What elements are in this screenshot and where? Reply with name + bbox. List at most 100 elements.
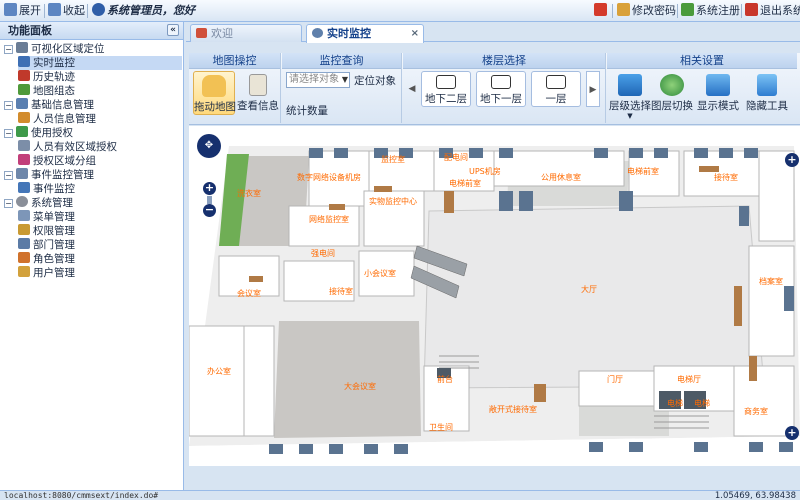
tree-toggle-icon[interactable]: − — [4, 45, 13, 54]
home-button[interactable] — [594, 3, 609, 19]
layer-select-button[interactable]: 层级选择 ▼ — [609, 74, 651, 120]
close-tab-button[interactable]: × — [411, 25, 419, 42]
tree-item-user-admin[interactable]: 用户管理 — [18, 266, 75, 280]
pan-control[interactable]: ✥ — [197, 134, 221, 158]
top-toolbar: 展开 收起 系统管理员，您好 修改密码 系统注册 退出系统 — [0, 0, 800, 22]
tree-toggle-icon[interactable]: − — [4, 171, 13, 180]
tree-toggle-icon[interactable]: − — [4, 199, 13, 208]
tree-item-menu-admin[interactable]: 菜单管理 — [18, 210, 75, 224]
stats-count-button[interactable]: 统计数量 — [286, 103, 328, 118]
hide-tools-button[interactable]: 隐藏工具 — [743, 74, 791, 113]
tab-realtime-monitor[interactable]: 实时监控 × — [306, 24, 424, 43]
expand-panel-button[interactable]: + — [785, 153, 799, 167]
monitor-icon — [18, 56, 30, 67]
chevron-down-icon: ▼ — [341, 75, 348, 84]
tree-toggle-icon[interactable]: − — [4, 129, 13, 138]
room-label: 办公室 — [207, 367, 231, 376]
room-label: 门厅 — [607, 375, 623, 384]
floor-1f-button[interactable]: 一层 — [531, 71, 581, 107]
tab-welcome[interactable]: 欢迎 — [190, 24, 302, 42]
logout-icon — [745, 3, 758, 16]
settings-group: 相关设置 层级选择 ▼ 图层切换 显示模式 隐藏工具 — [607, 53, 797, 123]
home-icon — [594, 3, 607, 16]
expand-overview-button[interactable]: + — [785, 426, 799, 440]
floor-map-view[interactable]: 监控室 配电间 UPS机房 数字网络设备机房 公用休息室 接待室 电梯前室 电梯… — [189, 126, 800, 466]
pan-arrows-icon: ✥ — [204, 140, 214, 151]
room-label: 会议室 — [237, 289, 261, 298]
tree-item-event-monitor[interactable]: 事件监控 — [18, 182, 75, 196]
tree-node-basic-info[interactable]: − 基础信息管理 — [4, 98, 94, 112]
zoom-in-button[interactable]: + — [203, 182, 216, 195]
layers-icon — [618, 74, 642, 96]
toolbar-separator — [741, 4, 742, 18]
room-label: 大厅 — [581, 285, 597, 294]
group-title: 相关设置 — [607, 53, 797, 69]
tree-item-map-config[interactable]: 地图组态 — [18, 84, 75, 98]
zoom-out-button[interactable]: − — [203, 204, 216, 217]
floor-b1-button[interactable]: 地下一层 — [476, 71, 526, 107]
tree-item-permission-admin[interactable]: 权限管理 — [18, 224, 75, 238]
map-switch-button[interactable]: 图层切换 — [651, 74, 693, 113]
tree-node-event-monitor[interactable]: − 事件监控管理 — [4, 168, 94, 182]
tree-node-authorization[interactable]: − 使用授权 — [4, 126, 73, 140]
speech-bubble-icon — [491, 75, 511, 89]
map-ops-group: 地图操控 拖动地图 查看信息 — [189, 53, 281, 123]
view-info-button[interactable]: 查看信息 — [237, 74, 279, 113]
tree-item-zone-authorization[interactable]: 人员有效区域授权 — [18, 140, 117, 154]
room-label: 电梯前室 — [627, 167, 659, 176]
collapse-button[interactable]: 收起 — [48, 3, 85, 19]
tree-item-realtime-monitor[interactable]: 实时监控 — [18, 56, 182, 70]
group-title: 楼层选择 — [403, 53, 605, 69]
role-icon — [18, 252, 30, 263]
group-icon — [18, 154, 30, 165]
room-label: 电梯 — [694, 399, 710, 408]
floor-prev-button[interactable]: ◀ — [407, 71, 417, 107]
toolbar-separator — [87, 4, 88, 18]
expand-icon — [4, 3, 17, 16]
tree-item-department-admin[interactable]: 部门管理 — [18, 238, 75, 252]
room-label: 大会议室 — [344, 382, 376, 391]
welcome-text: 系统管理员，您好 — [92, 3, 195, 19]
room-label: 小会议室 — [364, 269, 396, 278]
tree-item-role-admin[interactable]: 角色管理 — [18, 252, 75, 266]
tab-strip: 欢迎 实时监控 × — [186, 22, 800, 43]
toolbar-separator — [677, 4, 678, 18]
tree-toggle-icon[interactable]: − — [4, 101, 13, 110]
display-mode-button[interactable]: 显示模式 — [695, 74, 741, 113]
tree-item-history-track[interactable]: 历史轨迹 — [18, 70, 75, 84]
room-label: 卫生间 — [429, 423, 453, 432]
table-icon — [18, 210, 30, 221]
speech-bubble-icon — [436, 75, 456, 89]
floor-b2-button[interactable]: 地下二层 — [421, 71, 471, 107]
room-label: 公用休息室 — [541, 173, 581, 182]
floor-next-button[interactable]: ▶ — [586, 71, 600, 107]
room-label: 电梯 — [667, 399, 683, 408]
document-icon — [18, 140, 30, 151]
panel-collapse-button[interactable]: « — [167, 24, 179, 36]
room-label: 接待室 — [714, 173, 738, 182]
group-title: 地图操控 — [189, 53, 280, 69]
locate-object-button[interactable]: 定位对象 — [354, 73, 396, 88]
register-icon — [681, 3, 694, 16]
room-label: 配电间 — [444, 153, 468, 162]
chevron-down-icon: ▼ — [627, 112, 633, 120]
logout-button[interactable]: 退出系统 — [745, 3, 800, 19]
globe-icon — [660, 74, 684, 96]
object-select[interactable]: 请选择对象 ▼ — [286, 72, 350, 88]
tree-node-visual-positioning[interactable]: − 可视化区域定位 — [4, 42, 105, 56]
drag-map-button[interactable]: 拖动地图 — [193, 71, 236, 115]
map-coordinates: 1.05469, 63.98438 — [714, 491, 796, 500]
tree-item-personnel-info[interactable]: 人员信息管理 — [18, 112, 96, 126]
room-label: 监控室 — [381, 155, 405, 164]
eye-icon — [312, 28, 323, 38]
room-label: 接待室 — [329, 287, 353, 296]
gear-icon — [16, 196, 28, 207]
change-password-button[interactable]: 修改密码 — [617, 3, 676, 19]
floor-select-group: 楼层选择 ◀ 地下二层 地下一层 一层 ▶ — [403, 53, 606, 123]
tree-node-system-admin[interactable]: − 系统管理 — [4, 196, 73, 210]
department-icon — [18, 238, 30, 249]
room-label: 敞开式接待室 — [489, 405, 537, 414]
tree-item-zone-groups[interactable]: 授权区域分组 — [18, 154, 96, 168]
expand-button[interactable]: 展开 — [4, 3, 41, 19]
register-button[interactable]: 系统注册 — [681, 3, 740, 19]
